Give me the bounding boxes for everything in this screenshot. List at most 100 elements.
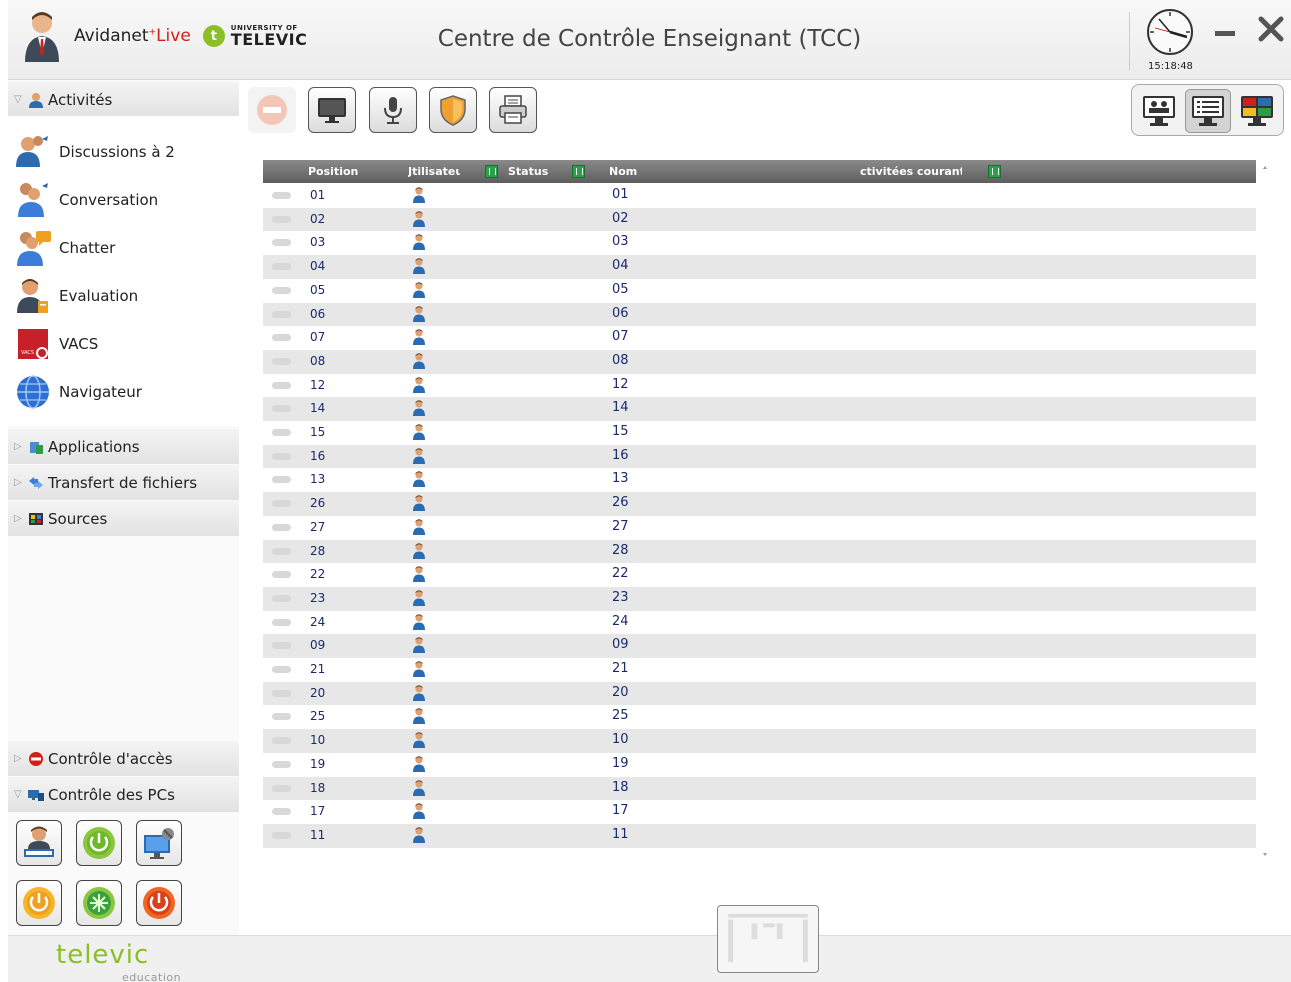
table-scrollbar[interactable] xyxy=(1258,160,1272,864)
table-row[interactable]: 04 04 xyxy=(263,255,1256,279)
remote-monitor-button[interactable] xyxy=(136,820,182,866)
cell-nom: 21 xyxy=(612,661,629,676)
user-icon xyxy=(413,329,425,346)
user-icon xyxy=(413,590,425,606)
table-row[interactable]: 16 16 xyxy=(263,444,1256,469)
table-row[interactable]: 08 08 xyxy=(263,349,1256,374)
table-row[interactable]: 10 10 xyxy=(263,729,1256,753)
teacher-control-center-window: { "header": { "brand_name": "Avidanet", … xyxy=(0,0,1291,982)
table-row[interactable]: 06 06 xyxy=(263,302,1256,327)
cell-nom: 19 xyxy=(612,755,629,771)
status-indicator xyxy=(272,334,291,342)
column-filter-icon[interactable] xyxy=(572,165,585,178)
security-button[interactable] xyxy=(429,87,477,133)
table-row[interactable]: 21 21 xyxy=(263,658,1256,682)
column-header-user[interactable]: Jtilisateu xyxy=(408,165,460,178)
thumbnails-monitor-icon xyxy=(1241,96,1273,126)
table-row[interactable]: 15 15 xyxy=(263,421,1256,445)
table-row[interactable]: 13 13 xyxy=(263,468,1256,493)
table-row[interactable]: 17 17 xyxy=(263,800,1256,824)
table-row[interactable]: 24 24 xyxy=(263,610,1256,635)
user-icon xyxy=(413,732,425,749)
table-row[interactable]: 22 22 xyxy=(263,563,1256,587)
activity-chatter[interactable]: Chatter xyxy=(8,226,239,270)
section-activities[interactable]: ▽ Activités xyxy=(8,82,239,117)
thumbnail-view-button[interactable] xyxy=(1234,89,1280,133)
column-header-current-activities[interactable]: ctivitées courante xyxy=(860,165,962,178)
status-indicator xyxy=(272,500,291,508)
user-icon xyxy=(413,495,425,512)
table-row[interactable]: 11 11 xyxy=(263,823,1256,848)
microphone-button[interactable] xyxy=(369,87,417,133)
table-row[interactable]: 28 28 xyxy=(263,539,1256,564)
activity-evaluation[interactable]: Evaluation xyxy=(8,274,239,318)
user-icon xyxy=(413,210,425,227)
column-header-nom[interactable]: Nom xyxy=(609,165,637,178)
restart-pcs-button[interactable] xyxy=(76,880,122,926)
user-keyboard-icon xyxy=(24,826,54,857)
table-row[interactable]: 07 07 xyxy=(263,326,1256,350)
user-icon xyxy=(413,803,425,820)
person-icon xyxy=(29,92,43,108)
screen-button[interactable] xyxy=(308,87,356,133)
cell-nom: 11 xyxy=(612,826,629,842)
table-row[interactable]: 25 25 xyxy=(263,705,1256,730)
section-applications[interactable]: ▷ Applications xyxy=(8,429,239,464)
activities-list: Discussions à 2 Conversation Chatter Eva… xyxy=(8,116,239,426)
cell-position: 03 xyxy=(310,235,326,250)
status-indicator xyxy=(272,808,291,816)
table-row[interactable]: 26 26 xyxy=(263,492,1256,516)
power-off-pcs-button[interactable] xyxy=(136,880,182,926)
table-row[interactable]: 18 18 xyxy=(263,776,1256,801)
table-row[interactable]: 12 12 xyxy=(263,373,1256,398)
section-pc-control[interactable]: ▽ Contrôle des PCs xyxy=(8,777,239,812)
login-pcs-button[interactable] xyxy=(16,820,62,866)
column-filter-icon[interactable] xyxy=(988,165,1001,178)
table-row[interactable]: 02 02 xyxy=(263,207,1256,232)
print-button[interactable] xyxy=(489,87,537,133)
section-file-transfer[interactable]: ▷ Transfert de fichiers xyxy=(8,465,239,500)
user-icon xyxy=(413,566,425,583)
activity-conversation[interactable]: Conversation xyxy=(8,178,239,222)
conversation-icon xyxy=(18,183,48,217)
table-row[interactable]: 27 27 xyxy=(263,515,1256,540)
classroom-view-button[interactable] xyxy=(1136,89,1182,133)
list-view-button[interactable] xyxy=(1185,89,1231,133)
status-indicator xyxy=(272,594,291,602)
table-row[interactable]: 05 05 xyxy=(263,278,1256,303)
shield-icon xyxy=(440,95,466,126)
collapse-triangle-icon: ▽ xyxy=(14,94,22,105)
activity-vacs[interactable]: VACS VACS xyxy=(8,322,239,366)
monitor-satellite-icon xyxy=(144,828,174,859)
activity-navigateur[interactable]: Navigateur xyxy=(8,370,239,414)
table-row[interactable]: 23 23 xyxy=(263,586,1256,611)
table-row[interactable]: 01 01 xyxy=(263,184,1256,208)
status-indicator xyxy=(272,310,291,318)
column-header-position[interactable]: Position xyxy=(308,165,358,178)
table-header: Position Jtilisateu Status Nom ctivitées… xyxy=(263,160,1256,183)
cell-position: 17 xyxy=(310,804,326,819)
cell-nom: 04 xyxy=(612,258,629,274)
standby-pcs-button[interactable] xyxy=(16,880,62,926)
table-row[interactable]: 14 14 xyxy=(263,397,1256,421)
classroom-layout-thumbnail[interactable] xyxy=(717,905,819,973)
table-row[interactable]: 03 03 xyxy=(263,231,1256,256)
activity-discussions-a-2[interactable]: Discussions à 2 xyxy=(8,130,239,174)
cell-position: 22 xyxy=(310,567,326,582)
cell-position: 20 xyxy=(310,685,326,700)
minimize-icon[interactable] xyxy=(1215,22,1237,36)
power-on-pcs-button[interactable] xyxy=(76,820,122,866)
expand-triangle-icon: ▷ xyxy=(14,753,22,764)
section-access-control[interactable]: ▷ Contrôle d'accès xyxy=(8,741,239,776)
table-row[interactable]: 19 19 xyxy=(263,752,1256,777)
table-row[interactable]: 09 09 xyxy=(263,634,1256,658)
block-button[interactable] xyxy=(248,87,296,133)
table-row[interactable]: 20 20 xyxy=(263,681,1256,706)
close-icon[interactable] xyxy=(1258,16,1284,42)
user-icon xyxy=(413,305,425,322)
column-filter-icon[interactable] xyxy=(485,165,498,178)
cell-position: 12 xyxy=(310,377,326,392)
cell-position: 21 xyxy=(310,662,326,676)
column-header-status[interactable]: Status xyxy=(508,165,548,178)
section-sources[interactable]: ▷ Sources xyxy=(8,501,239,536)
